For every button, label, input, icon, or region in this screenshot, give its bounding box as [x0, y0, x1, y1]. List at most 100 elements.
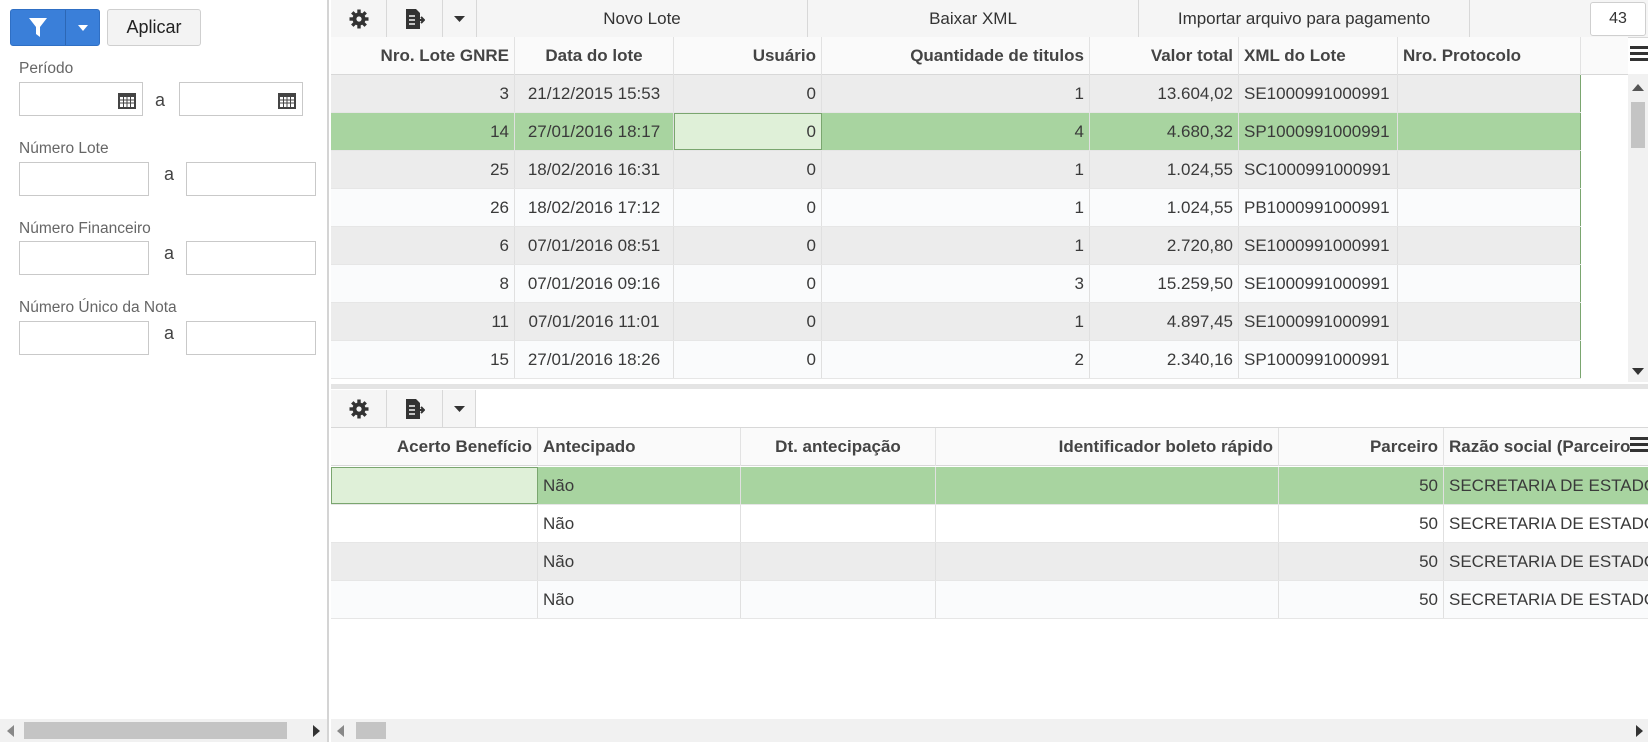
period-from-input[interactable]	[19, 82, 143, 116]
cell-total-value: 2.340,16	[1090, 341, 1239, 378]
cell-lot-xml: SP1000991000991	[1239, 113, 1398, 150]
hamburger-menu-icon[interactable]	[1630, 437, 1648, 453]
import-payment-file-button[interactable]: Importar arquivo para pagamento	[1139, 0, 1470, 37]
col-header-partner-name[interactable]: Razão social (Parceiro)	[1444, 428, 1630, 466]
top-grid-vertical-scrollbar[interactable]	[1628, 74, 1648, 382]
cell-total-value: 13.604,02	[1090, 75, 1239, 112]
table-row[interactable]: Não 50 SECRETARIA DE ESTADO	[331, 505, 1648, 543]
cell-partner: 50	[1279, 581, 1444, 618]
cell-lot-date: 27/01/2016 18:26	[515, 341, 674, 378]
scrollbar-thumb[interactable]	[356, 722, 386, 739]
table-row[interactable]: 15 27/01/2016 18:26 0 2 2.340,16 SP10009…	[331, 341, 1581, 379]
cell-partner-name: SECRETARIA DE ESTADO	[1449, 551, 1648, 571]
table-row[interactable]: 26 18/02/2016 17:12 0 1 1.024,55 PB10009…	[331, 189, 1581, 227]
top-settings-button[interactable]	[331, 0, 387, 37]
cell-total-value: 15.259,50	[1090, 265, 1239, 302]
cell-lot-number: 25	[331, 151, 515, 188]
scroll-up-arrow-icon[interactable]	[1632, 84, 1644, 91]
top-export-dropdown-button[interactable]	[443, 0, 477, 37]
col-header-anticipated[interactable]: Antecipado	[538, 428, 741, 466]
col-header-lot-number[interactable]: Nro. Lote GNRE	[331, 37, 515, 75]
cell-lot-date: 18/02/2016 17:12	[515, 189, 674, 226]
note-unique-number-from-input[interactable]	[19, 321, 149, 355]
cell-title-count: 4	[822, 113, 1090, 150]
scrollbar-thumb[interactable]	[1631, 102, 1645, 148]
bottom-export-dropdown-button[interactable]	[443, 390, 476, 427]
scrollbar-thumb[interactable]	[24, 722, 287, 739]
table-row[interactable]: 11 07/01/2016 11:01 0 1 4.897,45 SE10009…	[331, 303, 1581, 341]
col-header-protocol-number[interactable]: Nro. Protocolo	[1398, 37, 1581, 75]
col-header-anticipation-date[interactable]: Dt. antecipação	[741, 428, 936, 466]
table-row[interactable]: 25 18/02/2016 16:31 0 1 1.024,55 SC10009…	[331, 151, 1581, 189]
scroll-down-arrow-icon[interactable]	[1632, 368, 1644, 375]
table-row-selected[interactable]: 14 27/01/2016 18:17 0 4 4.680,32 SP10009…	[331, 113, 1581, 151]
cell-quick-slip-id	[936, 543, 1279, 580]
cell-anticipated: Não	[538, 505, 741, 542]
table-row[interactable]: Não 50 SECRETARIA DE ESTADO	[331, 543, 1648, 581]
scroll-right-arrow-icon[interactable]	[1636, 725, 1643, 737]
filter-dropdown-button[interactable]	[66, 10, 99, 45]
cell-protocol-number	[1398, 75, 1581, 112]
filter-panel-horizontal-scrollbar[interactable]	[0, 719, 327, 742]
cell-user: 0	[674, 265, 822, 302]
new-lot-button[interactable]: Novo Lote	[477, 0, 808, 37]
filter-button-group[interactable]	[10, 9, 100, 46]
cell-lot-number: 8	[331, 265, 515, 302]
main-horizontal-scrollbar[interactable]	[331, 719, 1648, 742]
table-row[interactable]: Não 50 SECRETARIA DE ESTADO	[331, 581, 1648, 619]
filter-button[interactable]	[11, 10, 66, 45]
col-header-benefit-adjustment[interactable]: Acerto Benefício	[331, 428, 538, 466]
col-header-quick-slip-id[interactable]: Identificador boleto rápido	[936, 428, 1279, 466]
cell-protocol-number	[1398, 151, 1581, 188]
financial-number-to-input[interactable]	[186, 241, 316, 275]
cell-user-focused[interactable]: 0	[674, 113, 822, 150]
cell-lot-xml: SE1000991000991	[1239, 265, 1398, 302]
lot-number-to-input[interactable]	[186, 162, 316, 196]
col-header-lot-date[interactable]: Data do lote	[515, 37, 674, 75]
table-row-selected[interactable]: Não 50 SECRETARIA DE ESTADO	[331, 467, 1648, 505]
cell-lot-date: 18/02/2016 16:31	[515, 151, 674, 188]
calendar-icon[interactable]	[278, 91, 296, 109]
col-header-total-value[interactable]: Valor total	[1090, 37, 1239, 75]
table-row[interactable]: 8 07/01/2016 09:16 0 3 15.259,50 SE10009…	[331, 265, 1581, 303]
bottom-export-button[interactable]	[387, 390, 443, 427]
scroll-left-arrow-icon[interactable]	[7, 725, 14, 737]
top-export-button[interactable]	[387, 0, 443, 37]
lot-number-separator: a	[164, 164, 175, 184]
cell-partner: 50	[1279, 467, 1444, 504]
bottom-settings-button[interactable]	[331, 390, 387, 427]
cell-lot-number: 14	[331, 113, 515, 150]
col-header-user[interactable]: Usuário	[674, 37, 822, 75]
cell-total-value: 1.024,55	[1090, 151, 1239, 188]
hamburger-menu-icon[interactable]	[1630, 46, 1648, 62]
scroll-left-arrow-icon[interactable]	[337, 725, 344, 737]
cell-lot-date: 27/01/2016 18:17	[515, 113, 674, 150]
apply-button[interactable]: Aplicar	[107, 9, 201, 46]
cell-protocol-number	[1398, 303, 1581, 340]
lot-number-from-input[interactable]	[19, 162, 149, 196]
download-xml-button[interactable]: Baixar XML	[808, 0, 1139, 37]
col-header-partner[interactable]: Parceiro	[1279, 428, 1444, 466]
calendar-icon[interactable]	[118, 91, 136, 109]
period-separator: a	[155, 90, 166, 110]
col-header-lot-xml[interactable]: XML do Lote	[1239, 37, 1398, 75]
period-to-input[interactable]	[179, 82, 303, 116]
funnel-icon	[29, 17, 47, 37]
table-row[interactable]: 3 21/12/2015 15:53 0 1 13.604,02 SE10009…	[331, 75, 1581, 113]
cell-lot-xml: SE1000991000991	[1239, 303, 1398, 340]
table-row[interactable]: 6 07/01/2016 08:51 0 1 2.720,80 SE100099…	[331, 227, 1581, 265]
cell-anticipated: Não	[538, 543, 741, 580]
cell-title-count: 2	[822, 341, 1090, 378]
record-count-badge: 43	[1590, 2, 1646, 36]
col-header-title-count[interactable]: Quantidade de titulos	[822, 37, 1090, 75]
top-toolbar: Novo Lote Baixar XML Importar arquivo pa…	[331, 0, 1648, 38]
note-unique-number-to-input[interactable]	[186, 321, 316, 355]
scroll-right-arrow-icon[interactable]	[313, 725, 320, 737]
cell-partner: 50	[1279, 543, 1444, 580]
cell-lot-number: 15	[331, 341, 515, 378]
note-unique-number-separator: a	[164, 323, 175, 343]
cell-lot-date: 07/01/2016 11:01	[515, 303, 674, 340]
grid-splitter[interactable]	[331, 384, 1648, 389]
cell-benefit-adjustment-focused[interactable]	[331, 467, 538, 504]
financial-number-from-input[interactable]	[19, 241, 149, 275]
